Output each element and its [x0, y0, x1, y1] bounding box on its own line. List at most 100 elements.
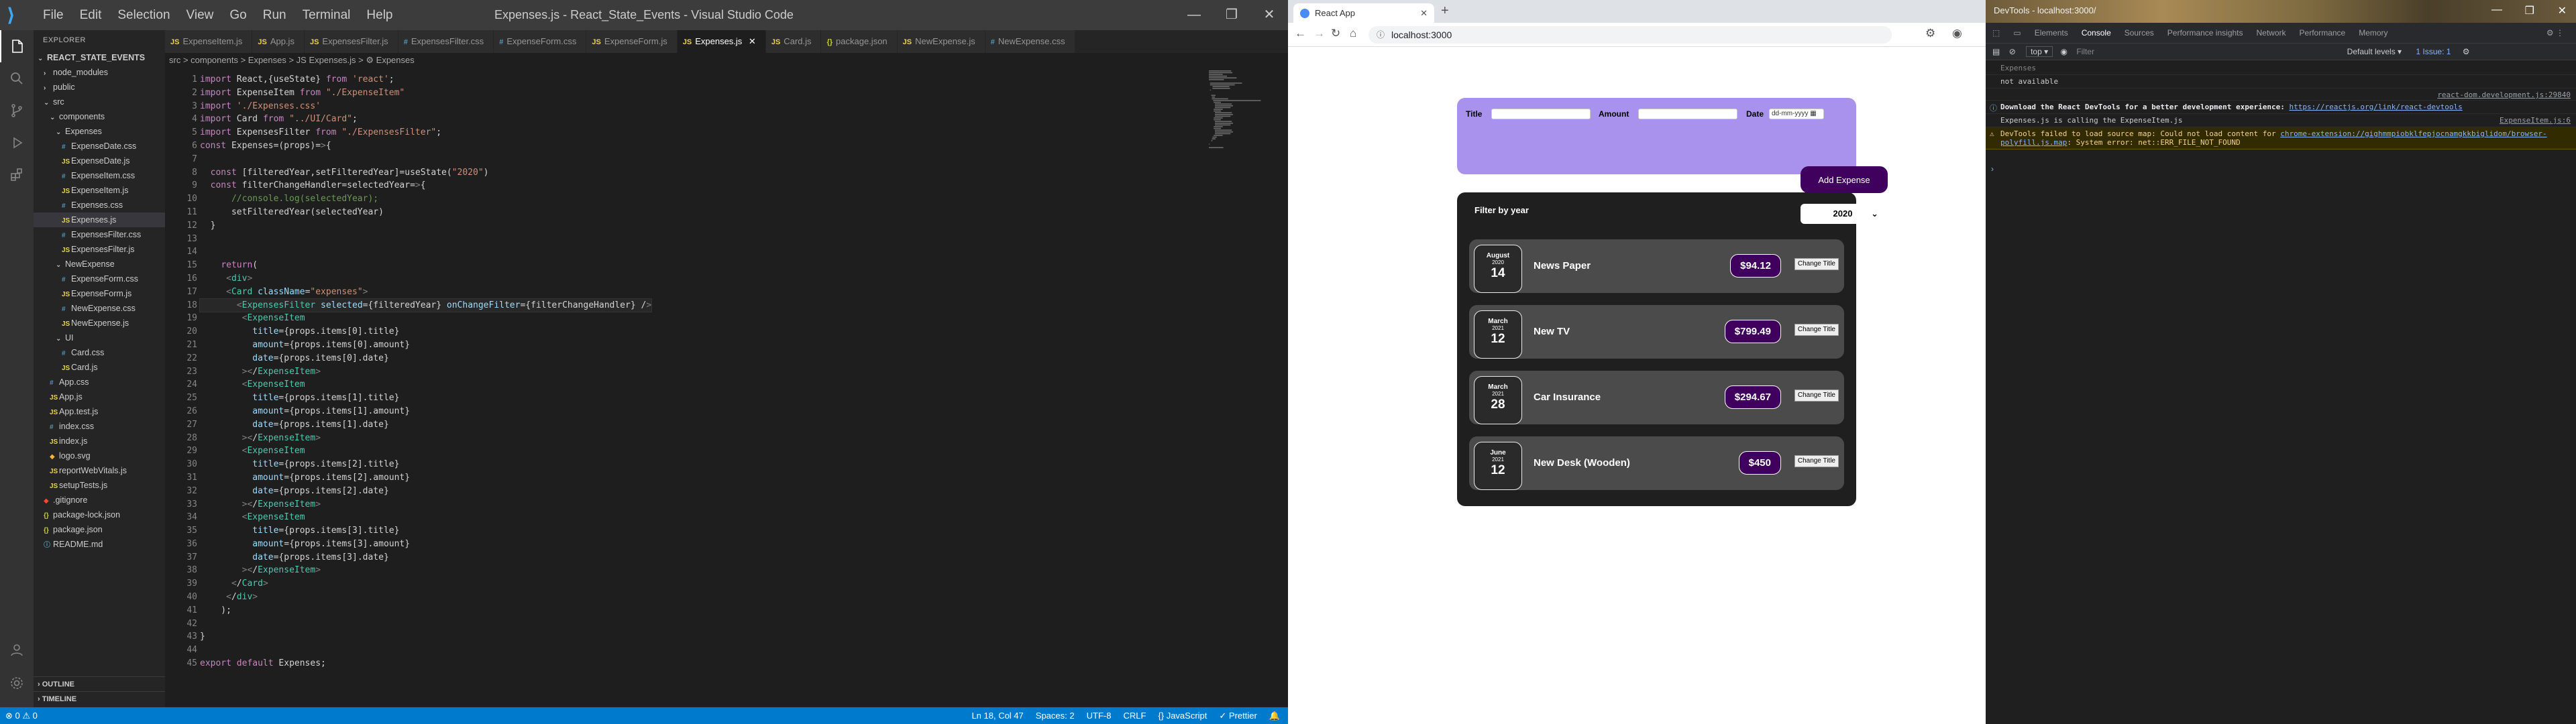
console-filter-input[interactable]: Filter — [2076, 44, 2318, 60]
devtools-tab-console[interactable]: Console — [2074, 23, 2118, 44]
code-line[interactable] — [200, 245, 651, 259]
tree-folder[interactable]: ⌄ components — [34, 109, 165, 124]
editor-tab[interactable]: JS App.js — [252, 30, 305, 53]
problems-status[interactable]: ⊗ 0 ⚠ 0 — [5, 707, 38, 724]
code-line[interactable]: import ExpensesFilter from "./ExpensesFi… — [200, 126, 651, 139]
change-title-button[interactable]: Change Title — [1794, 258, 1839, 270]
maximize-icon[interactable]: ❐ — [2525, 4, 2534, 17]
change-title-button[interactable]: Change Title — [1794, 324, 1839, 336]
code-line[interactable]: <ExpenseItem — [200, 378, 651, 391]
status-item[interactable]: Spaces: 2 — [1036, 711, 1075, 721]
status-item[interactable]: CRLF — [1123, 711, 1146, 721]
console-link[interactable]: https://reactjs.org/link/react-devtools — [2289, 103, 2462, 111]
tree-file[interactable]: JS index.js — [34, 434, 165, 448]
code-line[interactable]: title={props.items[2].title} — [200, 458, 651, 471]
close-icon[interactable]: ✕ — [1250, 0, 1288, 30]
code-line[interactable] — [200, 153, 651, 166]
code-line[interactable]: date={props.items[1].date} — [200, 418, 651, 432]
editor-tab[interactable]: # ExpenseForm.css — [494, 30, 587, 53]
source-control-icon[interactable] — [0, 95, 34, 127]
console-source-link[interactable]: ExpenseItem.js:6 — [2500, 116, 2571, 125]
sidebar-toggle-icon[interactable]: ▤ — [1992, 47, 2000, 56]
device-toolbar-icon[interactable]: ▭ — [2006, 23, 2027, 43]
editor-tab[interactable]: # NewExpense.css — [985, 30, 1075, 53]
code-line[interactable]: amount={props.items[3].amount} — [200, 538, 651, 551]
tree-file[interactable]: JS Expenses.js — [34, 213, 165, 227]
tree-file[interactable]: # ExpenseForm.css — [34, 272, 165, 286]
code-line[interactable]: <ExpenseItem — [200, 511, 651, 524]
log-levels-dropdown[interactable]: Default levels ▾ — [2347, 47, 2402, 56]
devtools-settings-icon[interactable]: ⚙ ⋮ — [2540, 23, 2571, 43]
clear-console-icon[interactable]: ⊘ — [2009, 47, 2016, 56]
home-icon[interactable]: ⌂ — [1350, 27, 1356, 40]
code-line[interactable]: title={props.items[0].title} — [200, 325, 651, 339]
change-title-button[interactable]: Change Title — [1794, 389, 1839, 402]
editor-tab[interactable]: JS Expenses.js ✕ — [677, 30, 766, 53]
devtools-tab-performance[interactable]: Performance — [2293, 23, 2353, 43]
run-debug-icon[interactable] — [0, 127, 34, 159]
tree-folder[interactable]: › public — [34, 80, 165, 95]
code-line[interactable]: ></ExpenseItem> — [200, 432, 651, 445]
tree-file[interactable]: # index.css — [34, 419, 165, 434]
timeline-section[interactable]: › TIMELINE — [34, 691, 165, 706]
tree-file[interactable]: ⓘ README.md — [34, 537, 165, 552]
code-line[interactable] — [200, 233, 651, 246]
editor-tab[interactable]: JS ExpenseForm.js — [586, 30, 678, 53]
tree-file[interactable]: # App.css — [34, 375, 165, 389]
menu-edit[interactable]: Edit — [72, 8, 110, 23]
tree-folder[interactable]: ⌄ Expenses — [34, 124, 165, 139]
calendar-icon[interactable]: ▦ — [1810, 110, 1816, 117]
code-editor[interactable]: 1 2 3 4 5 6 7 8 9 10 11 12 13 14 15 16 17 18 19 20 21 22 23 24 2… — [165, 68, 1288, 707]
back-icon[interactable]: ← — [1295, 27, 1306, 40]
close-tab-icon[interactable]: ✕ — [1420, 3, 1428, 23]
status-item[interactable]: {} JavaScript — [1158, 711, 1207, 721]
browser-tab[interactable]: React App ✕ — [1293, 3, 1434, 23]
address-bar[interactable]: ⓘ localhost:3000 — [1368, 26, 1892, 44]
amount-input[interactable] — [1638, 109, 1737, 119]
editor-tab[interactable]: {} package.json — [821, 30, 898, 53]
code-line[interactable]: </Card> — [200, 577, 651, 591]
profile-icon[interactable]: ◉ — [1952, 27, 1962, 40]
code-line[interactable]: } — [200, 630, 651, 644]
editor-tab[interactable]: JS ExpenseItem.js — [165, 30, 253, 53]
context-selector[interactable]: top ▾ — [2026, 46, 2053, 57]
code-line[interactable]: <div> — [200, 272, 651, 286]
devtools-tab-sources[interactable]: Sources — [2118, 23, 2161, 43]
change-title-button[interactable]: Change Title — [1794, 455, 1839, 467]
minimap[interactable] — [1202, 68, 1276, 707]
reload-icon[interactable]: ↻ — [1331, 27, 1340, 40]
year-filter-select[interactable]: 2020 ⌄ — [1801, 204, 1885, 224]
tree-file[interactable]: # NewExpense.css — [34, 301, 165, 316]
devtools-tab-performance-insights[interactable]: Performance insights — [2161, 23, 2250, 43]
menu-view[interactable]: View — [178, 8, 222, 23]
editor-tab[interactable]: JS NewExpense.js — [897, 30, 985, 53]
code-line[interactable]: import ExpenseItem from "./ExpenseItem" — [200, 86, 651, 100]
title-input[interactable] — [1491, 109, 1591, 119]
maximize-icon[interactable]: ❐ — [1213, 0, 1250, 30]
menu-terminal[interactable]: Terminal — [294, 8, 359, 23]
devtools-tab-network[interactable]: Network — [2250, 23, 2293, 43]
code-line[interactable]: ); — [200, 604, 651, 617]
code-line[interactable]: setFilteredYear(selectedYear) — [200, 206, 651, 219]
tree-file[interactable]: ◆ .gitignore — [34, 493, 165, 507]
code-line[interactable]: date={props.items[0].date} — [200, 352, 651, 365]
eye-icon[interactable]: ◉ — [2060, 47, 2067, 56]
tree-file[interactable]: {} package.json — [34, 522, 165, 537]
settings-gear-icon[interactable] — [0, 667, 34, 699]
code-line[interactable]: //console.log(selectedYear); — [200, 192, 651, 206]
editor-tab[interactable]: JS ExpensesFilter.js — [304, 30, 398, 53]
tree-file[interactable]: JS NewExpense.js — [34, 316, 165, 330]
search-icon[interactable] — [0, 62, 34, 95]
explorer-icon[interactable] — [0, 30, 34, 62]
code-line[interactable]: const [filteredYear,setFilteredYear]=use… — [200, 166, 651, 180]
tree-file[interactable]: ◆ logo.svg — [34, 448, 165, 463]
code-line[interactable]: amount={props.items[2].amount} — [200, 471, 651, 485]
site-info-icon[interactable]: ⓘ — [1377, 26, 1385, 44]
code-line[interactable]: ></ExpenseItem> — [200, 365, 651, 379]
minimize-icon[interactable]: — — [2491, 4, 2502, 16]
code-line[interactable]: } — [200, 219, 651, 233]
tree-file[interactable]: # Expenses.css — [34, 198, 165, 213]
tree-file[interactable]: JS App.test.js — [34, 404, 165, 419]
code-line[interactable]: title={props.items[3].title} — [200, 524, 651, 538]
code-line[interactable]: <Card className="expenses"> — [200, 286, 651, 299]
